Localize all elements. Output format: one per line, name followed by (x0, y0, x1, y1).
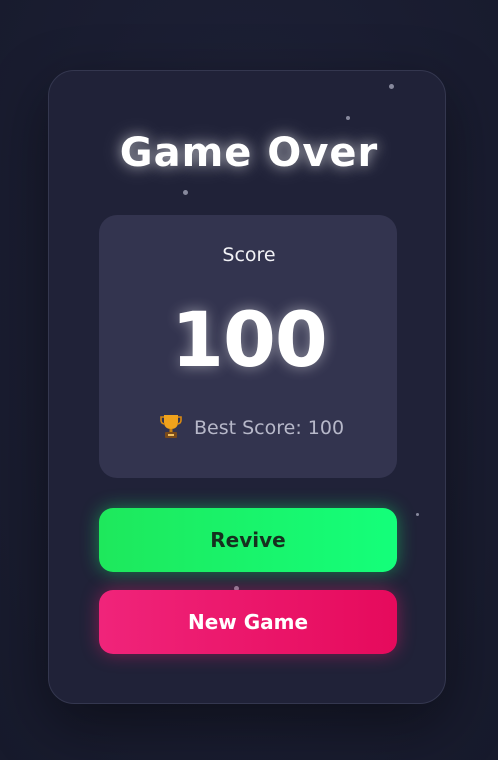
score-value: 100 (171, 295, 328, 384)
new-game-button[interactable]: New Game (99, 590, 397, 654)
particle (416, 513, 419, 516)
particle (389, 84, 394, 89)
game-over-title: Game Over (119, 130, 379, 176)
score-label: Score (222, 244, 276, 266)
best-score-text: Best Score: 100 (194, 417, 345, 439)
game-over-screen: Game Over Score 100 Best Score: 100 Revi… (0, 0, 498, 760)
best-score-row: Best Score: 100 (160, 414, 344, 442)
particle (183, 190, 188, 195)
revive-button[interactable]: Revive (99, 508, 397, 572)
particle (346, 116, 350, 120)
trophy-icon (160, 413, 182, 443)
